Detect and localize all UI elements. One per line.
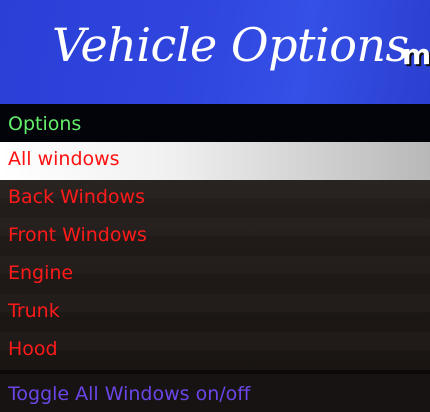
subheader-label: Options: [8, 113, 82, 135]
menu-item-label: Front Windows: [8, 224, 147, 246]
menu-item-label: All windows: [8, 148, 120, 170]
menu-subheader: Options: [0, 104, 430, 142]
menu-item-label: Trunk: [8, 300, 60, 322]
menu-item-all-windows[interactable]: All windows: [0, 142, 430, 180]
banner-title: Vehicle Options: [52, 18, 409, 72]
menu-banner: Vehicle Options m: [0, 0, 430, 104]
menu-item-label: Hood: [8, 338, 58, 360]
mod-menu: Vehicle Options m Options All windows Ba…: [0, 0, 430, 412]
menu-item-engine[interactable]: Engine: [0, 256, 430, 294]
footer-description: Toggle All Windows on/off: [8, 383, 251, 405]
banner-logo: m: [402, 38, 430, 71]
menu-item-label: Back Windows: [8, 186, 145, 208]
menu-item-front-windows[interactable]: Front Windows: [0, 218, 430, 256]
menu-item-back-windows[interactable]: Back Windows: [0, 180, 430, 218]
menu-item-hood[interactable]: Hood: [0, 332, 430, 370]
menu-item-trunk[interactable]: Trunk: [0, 294, 430, 332]
menu-list: All windows Back Windows Front Windows E…: [0, 142, 430, 370]
menu-footer: Toggle All Windows on/off: [0, 374, 430, 412]
menu-item-label: Engine: [8, 262, 74, 284]
